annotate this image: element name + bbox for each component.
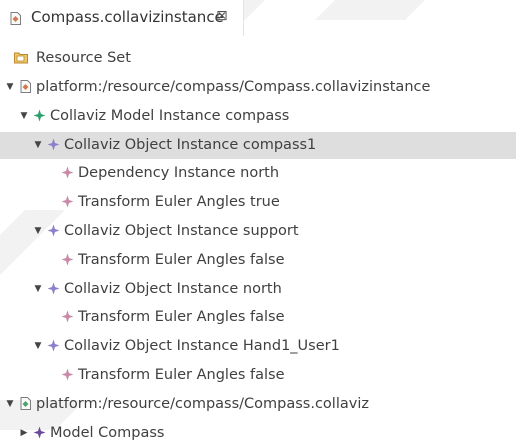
tree-row[interactable]: ▼ Collaviz Object Instance Hand1_User1 — [0, 333, 516, 360]
resource-set-row[interactable]: Resource Set — [0, 45, 516, 72]
object-instance-icon — [47, 224, 60, 237]
twisty-expanded-icon[interactable]: ▼ — [33, 138, 43, 152]
tree-item-label: Collaviz Object Instance Hand1_User1 — [64, 338, 340, 355]
object-instance-icon — [47, 339, 60, 352]
tree-row[interactable]: Transform Euler Angles false — [0, 247, 516, 274]
collaviz-file-icon — [9, 12, 22, 25]
object-instance-icon — [47, 138, 60, 151]
background-stripe — [315, 0, 435, 20]
dependency-instance-icon — [61, 166, 74, 179]
tree-item-label: Collaviz Object Instance compass1 — [64, 136, 317, 153]
tree-item-label: Transform Euler Angles true — [78, 194, 280, 211]
tree-item-label: Transform Euler Angles false — [78, 309, 285, 326]
tree-item-label: Dependency Instance north — [78, 165, 280, 182]
twisty-expanded-icon[interactable]: ▼ — [33, 282, 43, 296]
tree-row[interactable]: ▶ Model Compass — [0, 420, 516, 447]
twisty-expanded-icon[interactable]: ▼ — [33, 339, 43, 353]
resource-file-icon — [19, 80, 32, 93]
resource-set-label: Resource Set — [36, 50, 131, 66]
model-instance-icon — [33, 109, 46, 122]
tree-row[interactable]: Transform Euler Angles false — [0, 304, 516, 331]
transform-icon — [61, 253, 74, 266]
tree-row[interactable]: ▼ Collaviz Object Instance north — [0, 276, 516, 303]
tree-row[interactable]: Transform Euler Angles true — [0, 189, 516, 216]
tree-item-label: Collaviz Model Instance compass — [50, 107, 290, 124]
tree-item-label: platform:/resource/compass/Compass.colla… — [36, 79, 431, 95]
tree-item-label: Transform Euler Angles false — [78, 367, 285, 383]
tree-item-label: Transform Euler Angles false — [78, 251, 285, 268]
transform-icon — [61, 310, 74, 323]
editor-tab-title: Compass.collavizinstance — [31, 8, 224, 26]
tree-item-label: Collaviz Object Instance north — [64, 280, 282, 297]
twisty-expanded-icon[interactable]: ▼ — [5, 80, 15, 94]
twisty-expanded-icon[interactable]: ▼ — [33, 224, 43, 238]
tree-item-label: Model Compass — [50, 424, 165, 441]
tree-row[interactable]: ▼ Collaviz Object Instance support — [0, 218, 516, 245]
twisty-expanded-icon[interactable]: ▼ — [5, 397, 15, 411]
tree-row[interactable]: Dependency Instance north — [0, 160, 516, 187]
tree-row[interactable]: ▼ platform:/resource/compass/Compass.coll… — [0, 391, 516, 418]
object-instance-icon — [47, 282, 60, 295]
collaviz-file-icon — [19, 396, 32, 410]
model-icon — [33, 426, 46, 439]
transform-icon — [61, 195, 74, 208]
close-icon[interactable]: ⊠ — [216, 8, 228, 24]
tree-item-label: platform:/resource/compass/Compass.colla… — [36, 395, 369, 412]
transform-icon — [61, 368, 74, 381]
tree-row[interactable]: ▼ platform:/resource/compass/Compass.coll… — [0, 74, 516, 101]
tree-row[interactable]: ▼ Collaviz Model Instance compass — [0, 103, 516, 130]
editor-tab[interactable]: Compass.collavizinstance ⊠ — [0, 0, 244, 36]
folder-icon — [14, 51, 28, 64]
tree-row[interactable]: Transform Euler Angles false — [0, 362, 516, 389]
twisty-expanded-icon[interactable]: ▼ — [19, 109, 29, 123]
tree-item-label: Collaviz Object Instance support — [64, 223, 299, 239]
twisty-collapsed-icon[interactable]: ▶ — [19, 426, 29, 440]
tree-row[interactable]: ▼ Collaviz Object Instance compass1 — [0, 131, 516, 159]
